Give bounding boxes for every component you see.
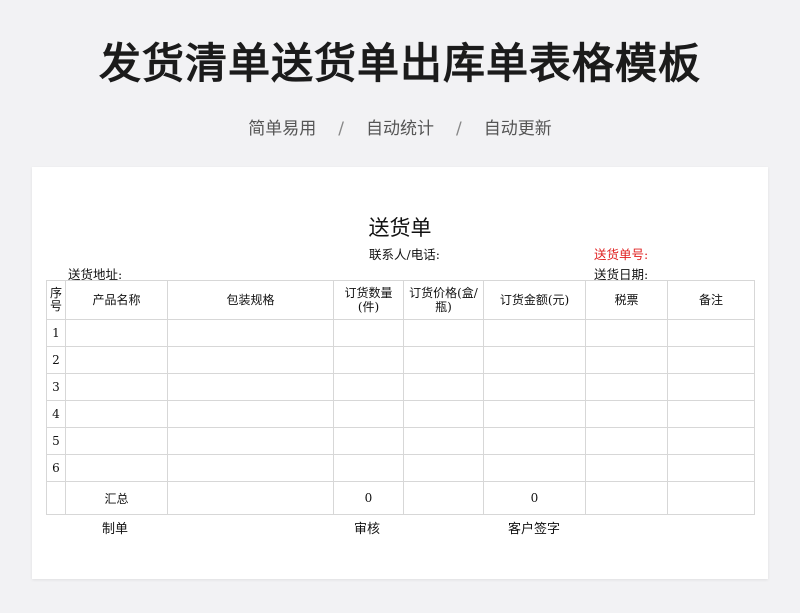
cell[interactable] <box>333 319 404 347</box>
row-index: 1 <box>46 319 66 347</box>
delivery-table: 序号 产品名称 包装规格 订货数量(件) 订货价格(盒/瓶) 订货金额(元) 税… <box>46 280 755 515</box>
cell[interactable] <box>333 454 404 482</box>
cell[interactable] <box>585 427 668 455</box>
cell[interactable] <box>483 400 586 428</box>
cell <box>167 481 334 515</box>
cell[interactable] <box>585 400 668 428</box>
row-index: 2 <box>46 346 66 374</box>
total-amount: 0 <box>483 481 586 515</box>
cell[interactable] <box>167 400 334 428</box>
subtitle-separator: / <box>456 119 462 139</box>
cell <box>46 481 66 515</box>
cell[interactable] <box>403 400 484 428</box>
cell <box>585 481 668 515</box>
order-number-label: 送货单号: <box>594 247 649 262</box>
cell[interactable] <box>403 319 484 347</box>
cell[interactable] <box>65 427 168 455</box>
cell[interactable] <box>483 373 586 401</box>
cell[interactable] <box>403 427 484 455</box>
cell[interactable] <box>667 319 755 347</box>
table-row: 2 <box>46 346 755 374</box>
banner-title: 发货清单送货单出库单表格模板 <box>98 39 701 88</box>
cell[interactable] <box>65 454 168 482</box>
cell[interactable] <box>667 400 755 428</box>
cell[interactable] <box>403 454 484 482</box>
row-index: 6 <box>46 454 66 482</box>
subtitle-item: 简单易用 <box>248 119 317 139</box>
header-remarks: 备注 <box>667 280 755 320</box>
cell[interactable] <box>167 346 334 374</box>
document-title: 送货单 <box>368 216 432 240</box>
subtitle-item: 自动更新 <box>483 119 552 139</box>
table-header-row: 序号 产品名称 包装规格 订货数量(件) 订货价格(盒/瓶) 订货金额(元) 税… <box>46 280 755 320</box>
cell[interactable] <box>667 346 755 374</box>
cell[interactable] <box>585 346 668 374</box>
header-order-quantity: 订货数量(件) <box>333 280 404 320</box>
cell[interactable] <box>483 454 586 482</box>
cell[interactable] <box>65 319 168 347</box>
table-row: 5 <box>46 427 755 455</box>
cell[interactable] <box>403 346 484 374</box>
cell[interactable] <box>167 373 334 401</box>
cell[interactable] <box>667 373 755 401</box>
header-packaging: 包装规格 <box>167 280 334 320</box>
row-index: 5 <box>46 427 66 455</box>
cell[interactable] <box>585 454 668 482</box>
maker-label: 制单 <box>102 522 129 537</box>
table-row: 1 <box>46 319 755 347</box>
table-row: 6 <box>46 454 755 482</box>
table-row: 3 <box>46 373 755 401</box>
cell[interactable] <box>65 400 168 428</box>
cell[interactable] <box>483 319 586 347</box>
header-index: 序号 <box>46 280 66 320</box>
header-product-name: 产品名称 <box>65 280 168 320</box>
cell[interactable] <box>333 427 404 455</box>
total-row: 汇总 0 0 <box>46 481 755 515</box>
cell[interactable] <box>333 373 404 401</box>
cell[interactable] <box>167 454 334 482</box>
contact-label: 联系人/电话: <box>369 247 440 262</box>
header-order-amount: 订货金额(元) <box>483 280 586 320</box>
subtitle-item: 自动统计 <box>366 119 434 139</box>
row-index: 3 <box>46 373 66 401</box>
row-index: 4 <box>46 400 66 428</box>
cell[interactable] <box>483 346 586 374</box>
total-label: 汇总 <box>65 481 168 515</box>
customer-signature-label: 客户签字 <box>508 522 561 537</box>
table-row: 4 <box>46 400 755 428</box>
cell <box>403 481 484 515</box>
header-order-price: 订货价格(盒/瓶) <box>403 280 484 320</box>
cell[interactable] <box>65 373 168 401</box>
spreadsheet-sheet: 送货单 联系人/电话: 送货单号: 送货地址: 送货日期: 序号 产品名称 包装… <box>32 167 768 579</box>
cell[interactable] <box>167 319 334 347</box>
cell <box>667 481 755 515</box>
cell[interactable] <box>585 319 668 347</box>
cell[interactable] <box>667 427 755 455</box>
cell[interactable] <box>333 346 404 374</box>
subtitle-separator: / <box>338 119 344 139</box>
cell[interactable] <box>667 454 755 482</box>
cell[interactable] <box>483 427 586 455</box>
cell[interactable] <box>167 427 334 455</box>
total-quantity: 0 <box>333 481 404 515</box>
header-tax-invoice: 税票 <box>585 280 668 320</box>
cell[interactable] <box>333 400 404 428</box>
cell[interactable] <box>65 346 168 374</box>
banner-subtitle: 简单易用 / 自动统计 / 自动更新 <box>0 114 800 139</box>
cell[interactable] <box>585 373 668 401</box>
review-label: 审核 <box>354 522 381 537</box>
cell[interactable] <box>403 373 484 401</box>
